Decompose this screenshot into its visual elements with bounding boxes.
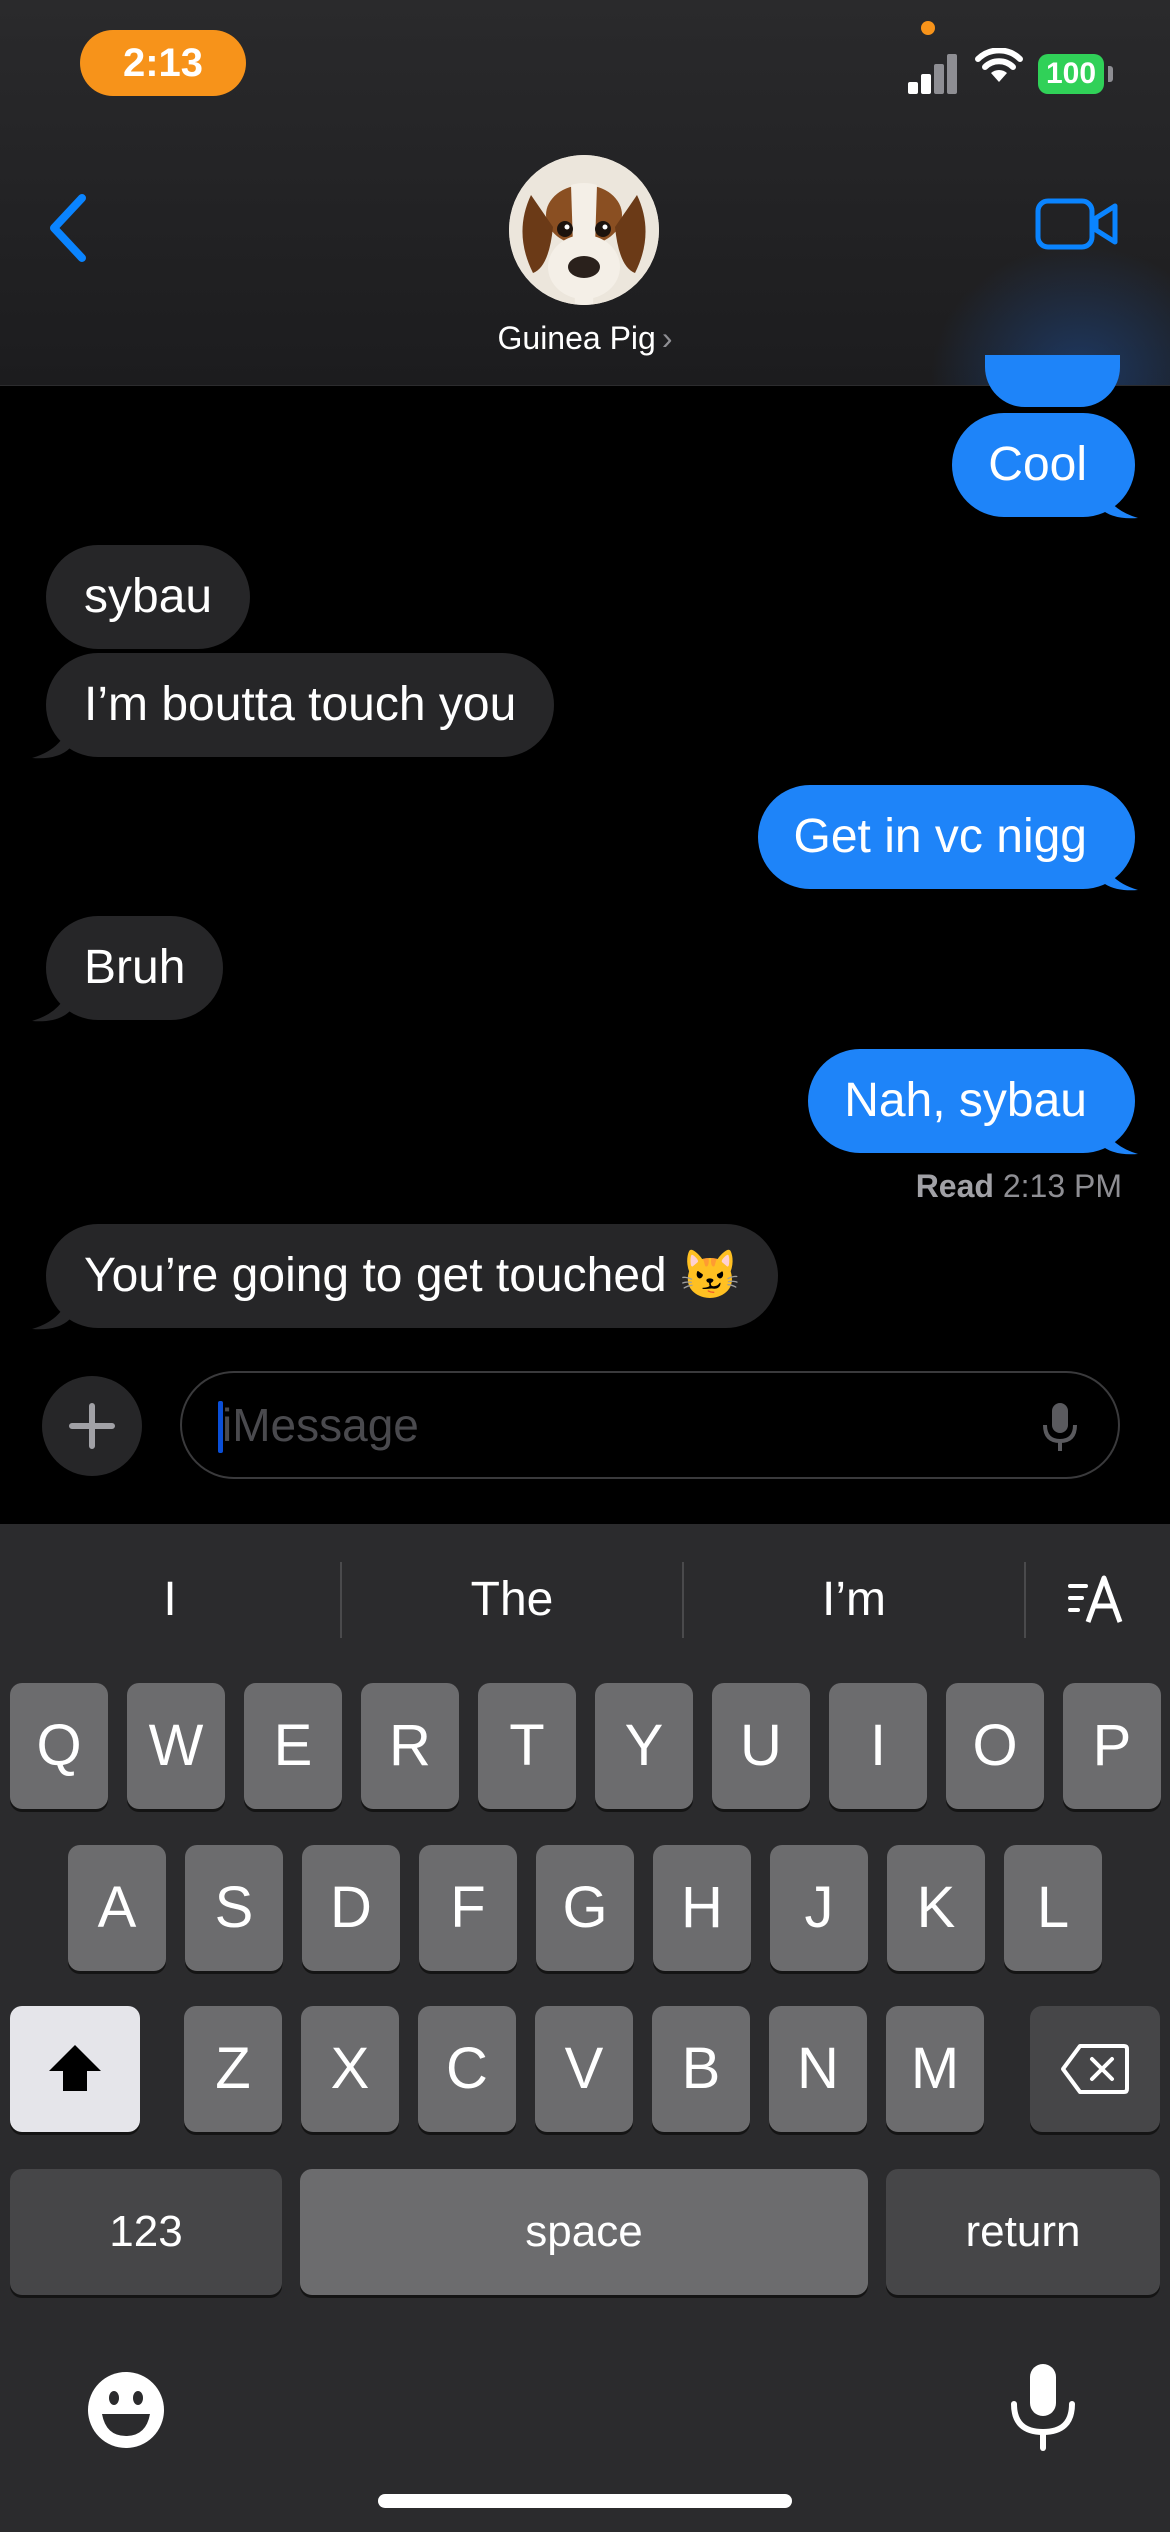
delete-key[interactable] [1030, 2006, 1160, 2132]
mic-in-use-indicator [921, 21, 935, 35]
conversation-header: 2:13 100 Guinea Pig › [0, 0, 1170, 386]
message-input[interactable]: iMessage [180, 1371, 1120, 1479]
status-time: 2:13 [80, 30, 246, 96]
key-j[interactable]: J [770, 1845, 868, 1971]
message-text: I’m boutta touch you [84, 678, 517, 731]
key-n[interactable]: N [769, 2006, 867, 2132]
key-y[interactable]: Y [595, 1683, 693, 1809]
bubble-tail [1100, 850, 1138, 891]
message-bubble-received[interactable]: sybau [46, 545, 251, 649]
message-text: Nah, sybau [844, 1074, 1087, 1127]
contact-avatar[interactable] [509, 155, 659, 305]
text-format-icon [1068, 1575, 1123, 1623]
battery-nub [1108, 66, 1113, 82]
battery-indicator: 100 [1038, 54, 1104, 94]
message-text: Get in vc nigg [793, 810, 1087, 863]
key-s[interactable]: S [185, 1845, 283, 1971]
chevron-right-icon: › [661, 320, 673, 356]
bubble-tail [32, 1289, 70, 1330]
partial-sent-bubble [985, 355, 1120, 407]
key-w[interactable]: W [127, 1683, 225, 1809]
video-camera-icon [1035, 198, 1118, 250]
suggestion-2[interactable]: The [342, 1524, 682, 1676]
suggestion-3[interactable]: I’m [684, 1524, 1024, 1676]
message-bubble-received[interactable]: Bruh [46, 916, 224, 1020]
key-u[interactable]: U [712, 1683, 810, 1809]
cellular-signal-icon [908, 52, 958, 94]
suggestion-divider [1024, 1562, 1026, 1638]
beagle-avatar-image [509, 155, 659, 305]
apps-plus-button[interactable] [42, 1376, 142, 1476]
contact-name: Guinea Pig [497, 320, 656, 356]
key-v[interactable]: V [535, 2006, 633, 2132]
key-h[interactable]: H [653, 1845, 751, 1971]
message-bubble-received[interactable]: I’m boutta touch you [46, 653, 555, 757]
key-o[interactable]: O [946, 1683, 1044, 1809]
emoji-icon [88, 2372, 164, 2448]
key-z[interactable]: Z [184, 2006, 282, 2132]
delete-icon [1061, 2044, 1129, 2094]
message-input-placeholder: iMessage [222, 1399, 419, 1451]
key-a[interactable]: A [68, 1845, 166, 1971]
plus-icon [69, 1403, 115, 1449]
key-g[interactable]: G [536, 1845, 634, 1971]
microphone-icon[interactable] [1040, 1401, 1080, 1453]
bubble-tail [32, 981, 70, 1022]
home-indicator[interactable] [378, 2494, 792, 2508]
key-m[interactable]: M [886, 2006, 984, 2132]
text-format-button[interactable] [1066, 1572, 1130, 1628]
message-bubble-sent[interactable]: Nah, sybau [808, 1049, 1135, 1153]
facetime-video-button[interactable] [1035, 196, 1119, 252]
contact-name-button[interactable]: Guinea Pig › [440, 320, 730, 357]
message-text: Bruh [84, 941, 186, 994]
read-time: 2:13 PM [1002, 1168, 1122, 1204]
key-i[interactable]: I [829, 1683, 927, 1809]
key-e[interactable]: E [244, 1683, 342, 1809]
bubble-tail [1100, 478, 1138, 519]
shift-key[interactable] [10, 2006, 140, 2132]
key-x[interactable]: X [301, 2006, 399, 2132]
emoji-button[interactable] [86, 2370, 166, 2450]
microphone-icon [1011, 2364, 1075, 2451]
bubble-tail [32, 718, 70, 759]
suggestion-1[interactable]: I [0, 1524, 340, 1676]
key-l[interactable]: L [1004, 1845, 1102, 1971]
key-p[interactable]: P [1063, 1683, 1161, 1809]
key-d[interactable]: D [302, 1845, 400, 1971]
key-r[interactable]: R [361, 1683, 459, 1809]
shift-icon [49, 2045, 101, 2091]
key-t[interactable]: T [478, 1683, 576, 1809]
dictation-button[interactable] [1006, 2362, 1080, 2452]
wifi-icon [975, 48, 1023, 82]
message-text: sybau [84, 570, 213, 623]
message-bubble-received[interactable]: You’re going to get touched 😼 [46, 1224, 778, 1328]
back-button[interactable] [40, 188, 100, 268]
read-label: Read [915, 1168, 994, 1204]
key-k[interactable]: K [887, 1845, 985, 1971]
message-text: Cool [988, 438, 1087, 491]
message-bubble-sent[interactable]: Get in vc nigg [757, 785, 1135, 889]
numbers-key[interactable]: 123 [10, 2169, 282, 2295]
key-q[interactable]: Q [10, 1683, 108, 1809]
return-key[interactable]: return [886, 2169, 1160, 2295]
chevron-left-icon [50, 194, 86, 262]
key-b[interactable]: B [652, 2006, 750, 2132]
space-key[interactable]: space [300, 2169, 868, 2295]
read-receipt: Read 2:13 PM [916, 1168, 1122, 1205]
message-text: You’re going to get touched 😼 [84, 1249, 740, 1302]
key-c[interactable]: C [418, 2006, 516, 2132]
key-f[interactable]: F [419, 1845, 517, 1971]
bubble-tail [1100, 1114, 1138, 1155]
